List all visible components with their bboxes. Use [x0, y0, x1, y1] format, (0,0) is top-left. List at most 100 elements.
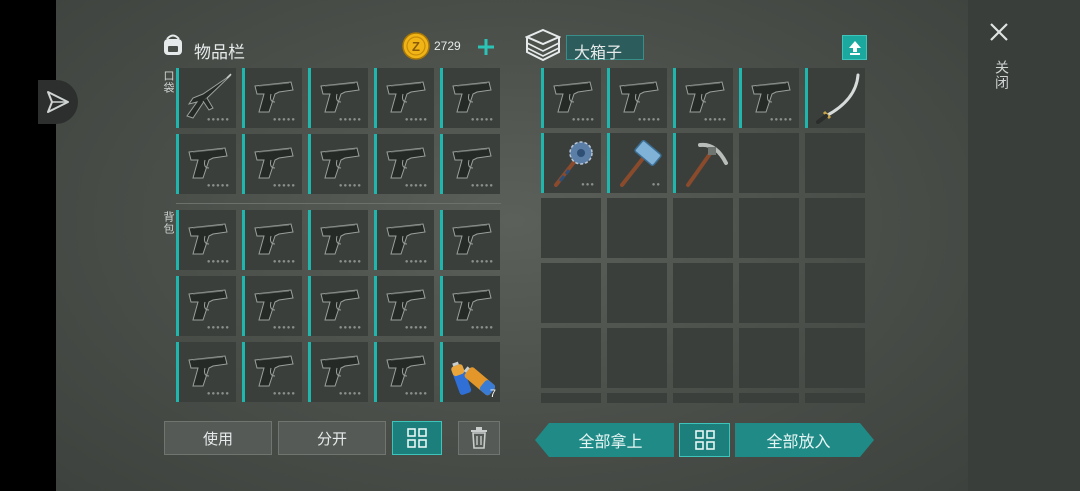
chest-empty-slot[interactable] — [673, 263, 733, 323]
chest-slot-hammer[interactable]: ●● — [607, 133, 667, 193]
put-all-button[interactable]: 全部放入 — [735, 423, 874, 457]
chest-empty-slot[interactable] — [673, 198, 733, 258]
chest-empty-slot[interactable] — [739, 133, 799, 193]
durability-dots: ●●●●● — [338, 183, 362, 189]
pistol-icon — [386, 355, 426, 387]
backpack-slot-pistol[interactable]: ●●●●● — [440, 276, 500, 336]
pistol-icon — [188, 289, 228, 321]
chest-slot-katana[interactable] — [805, 68, 865, 128]
chest-title-box: 大箱子 — [566, 35, 644, 62]
durability-dots: ●●●●● — [470, 183, 494, 189]
pocket-slot-pistol[interactable]: ●●●●● — [374, 134, 434, 194]
chest-empty-slot[interactable] — [607, 198, 667, 258]
chest-slot-pistol[interactable]: ●●●●● — [541, 68, 601, 128]
backpack-slot-pistol[interactable]: ●●●●● — [242, 210, 302, 270]
chest-slot-pistol[interactable]: ●●●●● — [673, 68, 733, 128]
sort-chest-button[interactable] — [679, 423, 730, 457]
durability-dots: ●●● — [581, 182, 595, 188]
chest-empty-slot[interactable] — [673, 328, 733, 388]
backpack-slot-pistol[interactable]: ●●●●● — [242, 342, 302, 402]
chest-empty-slot[interactable] — [607, 328, 667, 388]
backpack-slot-pistol[interactable]: ●●●●● — [374, 342, 434, 402]
pistol-icon — [188, 355, 228, 387]
pistol-icon — [386, 289, 426, 321]
item-quantity: 7 — [489, 388, 496, 400]
pocket-slot-pistol[interactable]: ●●●●● — [440, 68, 500, 128]
chest-slot-pickaxe[interactable] — [673, 133, 733, 193]
backpack-slot-pistol[interactable]: ●●●●● — [440, 210, 500, 270]
katana-icon — [816, 73, 860, 124]
pocket-slot-rifle[interactable]: ●●●●● — [176, 68, 236, 128]
backpack-slot-pistol[interactable]: ●●●●● — [176, 210, 236, 270]
chest-empty-slot[interactable] — [541, 263, 601, 323]
backpack-slot-pistol[interactable]: ●●●●● — [176, 342, 236, 402]
chest-empty-slot[interactable] — [673, 393, 733, 403]
pistol-icon — [619, 81, 659, 113]
chest-empty-slot[interactable] — [805, 198, 865, 258]
pistol-icon — [188, 223, 228, 255]
chest-empty-slot[interactable] — [739, 263, 799, 323]
pistol-icon — [386, 147, 426, 179]
backpack-slot-batteries[interactable]: 7 — [440, 342, 500, 402]
discard-button[interactable] — [458, 421, 500, 455]
chest-empty-slot[interactable] — [541, 198, 601, 258]
pistol-icon — [751, 81, 791, 113]
chest-empty-slot[interactable] — [739, 393, 799, 403]
durability-dots: ●●●●● — [206, 117, 230, 123]
pocket-slot-pistol[interactable]: ●●●●● — [374, 68, 434, 128]
durability-dots: ●●●●● — [272, 259, 296, 265]
durability-dots: ●●●●● — [272, 325, 296, 331]
chest-slot-pistol[interactable]: ●●●●● — [739, 68, 799, 128]
use-button[interactable]: 使用 — [164, 421, 272, 455]
backpack-slot-pistol[interactable]: ●●●●● — [308, 342, 368, 402]
chest-empty-slot[interactable] — [607, 263, 667, 323]
backpack-slot-pistol[interactable]: ●●●●● — [374, 276, 434, 336]
take-all-button[interactable]: 全部拿上 — [535, 423, 674, 457]
chest-empty-slot[interactable] — [739, 328, 799, 388]
pocket-slot-pistol[interactable]: ●●●●● — [242, 68, 302, 128]
coin-icon: Z — [402, 32, 430, 60]
durability-dots: ●●●●● — [206, 391, 230, 397]
chest-empty-slot[interactable] — [739, 198, 799, 258]
inventory-title: 物品栏 — [194, 43, 245, 62]
chest-empty-slot[interactable] — [805, 263, 865, 323]
backpack-slot-pistol[interactable]: ●●●●● — [374, 210, 434, 270]
durability-dots: ●●●●● — [272, 117, 296, 123]
sort-inventory-button[interactable] — [392, 421, 442, 455]
paper-plane-icon — [47, 91, 69, 113]
chest-empty-slot[interactable] — [541, 393, 601, 403]
pocket-slot-pistol[interactable]: ●●●●● — [440, 134, 500, 194]
pocket-slot-pistol[interactable]: ●●●●● — [308, 134, 368, 194]
add-coins-icon[interactable] — [476, 37, 496, 57]
pistol-icon — [386, 81, 426, 113]
section-divider — [176, 203, 501, 204]
pistol-icon — [254, 289, 294, 321]
close-label[interactable]: 关闭 — [992, 60, 1012, 90]
pistol-icon — [386, 223, 426, 255]
grid-sort-icon — [407, 428, 427, 448]
backpack-slot-pistol[interactable]: ●●●●● — [242, 276, 302, 336]
split-button[interactable]: 分开 — [278, 421, 386, 455]
pistol-icon — [320, 289, 360, 321]
chest-empty-slot[interactable] — [541, 328, 601, 388]
chest-empty-slot[interactable] — [805, 133, 865, 193]
pocket-label: 口袋 — [162, 70, 174, 94]
pocket-slot-pistol[interactable]: ●●●●● — [242, 134, 302, 194]
pistol-icon — [553, 81, 593, 113]
chest-slot-pistol[interactable]: ●●●●● — [607, 68, 667, 128]
backpack-slot-pistol[interactable]: ●●●●● — [308, 210, 368, 270]
pocket-slot-pistol[interactable]: ●●●●● — [308, 68, 368, 128]
pistol-icon — [320, 355, 360, 387]
durability-dots: ●●●●● — [470, 325, 494, 331]
backpack-slot-pistol[interactable]: ●●●●● — [176, 276, 236, 336]
durability-dots: ●●●●● — [206, 259, 230, 265]
chest-upload-button[interactable] — [842, 35, 867, 60]
chest-empty-slot[interactable] — [805, 328, 865, 388]
backpack-slot-pistol[interactable]: ●●●●● — [308, 276, 368, 336]
pocket-slot-pistol[interactable]: ●●●●● — [176, 134, 236, 194]
close-icon[interactable] — [989, 22, 1009, 42]
chest-empty-slot[interactable] — [607, 393, 667, 403]
chest-slot-saw-mace[interactable]: ●●● — [541, 133, 601, 193]
chest-empty-slot[interactable] — [805, 393, 865, 403]
durability-dots: ●●●●● — [272, 183, 296, 189]
